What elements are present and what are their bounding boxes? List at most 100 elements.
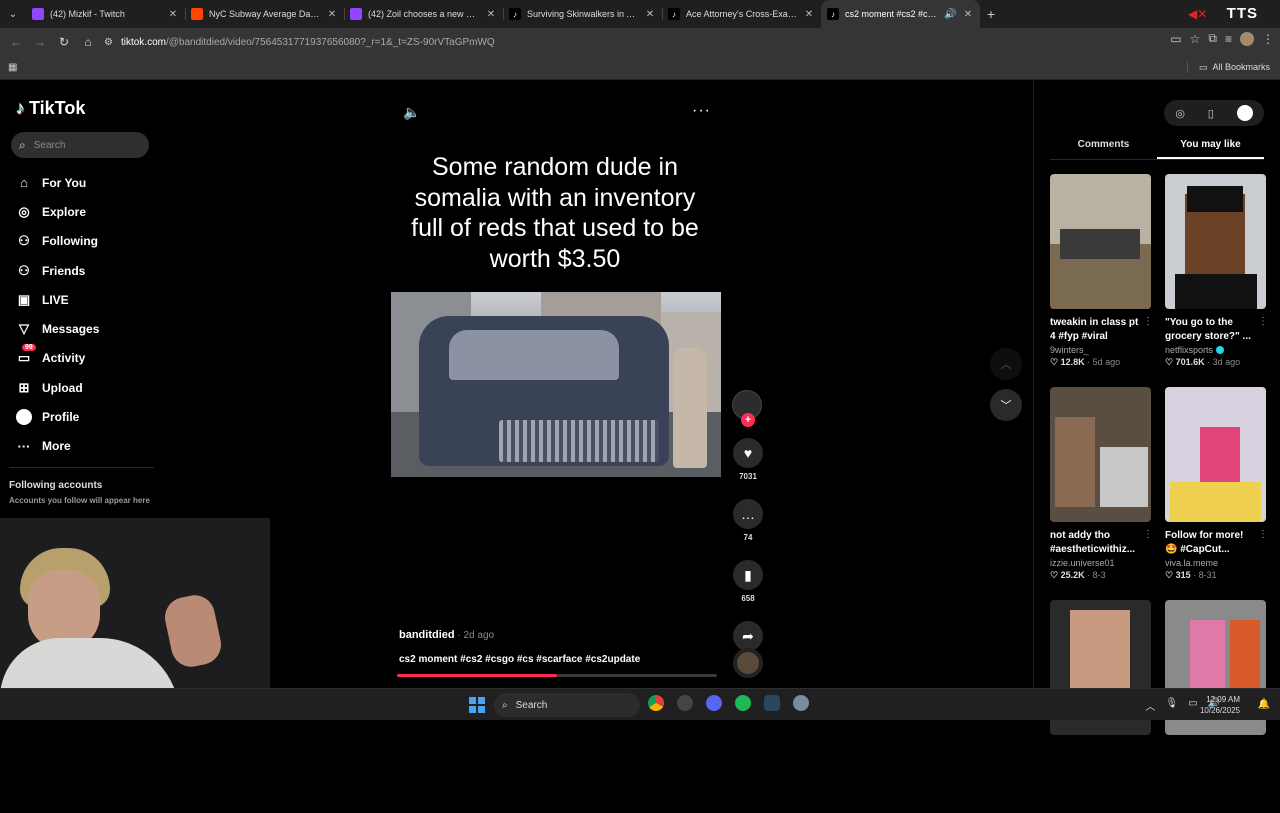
sidebar-item-for-you[interactable]: ⌂ For You (16, 168, 156, 197)
tab-search-button[interactable]: ⌄ (0, 0, 26, 28)
browser-tab[interactable]: ♪ Ace Attorney's Cross-Examinati ✕ (662, 0, 821, 28)
microphone-icon[interactable]: 🎙 (1165, 698, 1178, 713)
card-author[interactable]: izzie.universe01 (1050, 558, 1151, 568)
video-hashtags[interactable]: cs2 moment #cs2 #csgo #cs #scarface #cs2… (399, 654, 640, 665)
next-video-button[interactable]: ﹀ (990, 389, 1022, 421)
sidebar-item-upload[interactable]: ⊞ Upload (16, 373, 156, 402)
activity-badge: 99 (22, 344, 36, 352)
reload-button[interactable]: ↻ (52, 30, 76, 54)
video-thumbnail[interactable] (1050, 387, 1151, 522)
settings-icon[interactable] (793, 695, 809, 711)
tiktok-logo[interactable]: ♪ TikTok (16, 98, 85, 119)
card-title[interactable]: "You go to the grocery store?" ... (1165, 316, 1257, 344)
video-card[interactable]: tweakin in class pt 4 #fyp #viral ⋮ 9winte… (1050, 174, 1153, 387)
home-button[interactable]: ⌂ (76, 30, 100, 54)
more-options-icon[interactable]: ··· (692, 102, 711, 120)
sidebar-item-profile[interactable]: Profile (16, 402, 156, 431)
browser-menu-icon[interactable]: ⋮ (1262, 32, 1274, 46)
card-title[interactable]: Follow for more! 🤩 #CapCut... (1165, 529, 1257, 557)
sidebar-item-more[interactable]: ··· More (16, 432, 156, 461)
url-field[interactable]: ⚙ tiktok.com/@banditdied/video/756453177… (104, 31, 1164, 53)
video-thumbnail[interactable] (1050, 174, 1151, 309)
volume-icon[interactable]: 🔈 (403, 104, 420, 121)
video-card[interactable]: "You go to the grocery store?" ... ⋮ netfl… (1165, 174, 1268, 387)
spotify-icon[interactable] (735, 695, 751, 711)
sidebar-item-following[interactable]: ⚇ Following (16, 227, 156, 256)
theme-toggle[interactable] (1236, 105, 1253, 121)
video-card[interactable]: Follow for more! 🤩 #CapCut... ⋮ viva.la.me… (1165, 387, 1268, 600)
profile-avatar[interactable] (1240, 31, 1254, 46)
browser-tab[interactable]: (42) Mizkif - Twitch ✕ (26, 0, 185, 28)
all-bookmarks-button[interactable]: ▭ All Bookmarks (1186, 61, 1270, 73)
network-icon[interactable]: ▭ (1188, 698, 1197, 713)
card-author[interactable]: netflixsports (1165, 345, 1266, 355)
card-author[interactable]: 9winters_ (1050, 345, 1151, 355)
sidebar-item-activity[interactable]: ▭ 99 Activity (16, 344, 156, 373)
browser-tab[interactable]: ♪ cs2 moment #cs2 #csgo #cs 🔊 ✕ (821, 0, 980, 28)
video-author[interactable]: banditdied · 2d ago (399, 629, 494, 641)
card-views: 25.2K (1060, 570, 1085, 580)
close-tab-icon[interactable]: ✕ (167, 9, 179, 20)
chrome-icon[interactable] (648, 695, 664, 711)
cast-icon[interactable]: ▭ (1170, 32, 1181, 46)
close-tab-icon[interactable]: ✕ (485, 9, 497, 20)
author-name: banditdied (399, 629, 455, 641)
show-hidden-icon[interactable]: ︿ (1145, 698, 1155, 713)
sound-disc[interactable] (733, 648, 763, 678)
extensions-icon[interactable]: ⧉ (1208, 31, 1217, 46)
creator-avatar[interactable]: + (732, 390, 762, 427)
device-icon[interactable]: ▯ (1208, 107, 1214, 120)
video-progress-fill (397, 674, 557, 677)
media-controls-icon[interactable]: ≡ (1225, 32, 1232, 46)
site-info-icon[interactable]: ⚙ (104, 37, 113, 48)
clock[interactable]: 12:09 AM 10/26/2025 (1200, 694, 1240, 716)
messages-icon: ▽ (19, 321, 29, 337)
search-box[interactable]: ⌕ Search (11, 132, 149, 158)
forward-button[interactable]: → (28, 30, 52, 54)
card-menu-icon[interactable]: ⋮ (1258, 316, 1268, 344)
discord-icon[interactable] (706, 695, 722, 711)
share-button[interactable]: ➦ (733, 621, 763, 651)
sidebar-item-messages[interactable]: ▽ Messages (16, 314, 156, 343)
new-tab-button[interactable]: + (980, 6, 1002, 22)
comment-button[interactable]: … (733, 499, 763, 529)
video-thumbnail[interactable] (1165, 387, 1266, 522)
sidebar-item-friends[interactable]: ⚇ Friends (16, 256, 156, 285)
tab-comments[interactable]: Comments (1050, 136, 1157, 159)
card-menu-icon[interactable]: ⋮ (1143, 529, 1153, 557)
card-title[interactable]: not addy tho #aestheticwithiz... (1050, 529, 1142, 557)
save-button[interactable]: ▮ (733, 560, 763, 590)
follow-plus-icon[interactable]: + (741, 413, 755, 427)
notifications-icon[interactable]: 🔔 (1258, 699, 1270, 710)
bookmark-star-icon[interactable]: ☆ (1190, 32, 1201, 46)
back-button[interactable]: ← (4, 30, 28, 54)
obs-icon[interactable] (677, 695, 693, 711)
video-card[interactable]: not addy tho #aestheticwithiz... ⋮ izzie.u… (1050, 387, 1153, 600)
previous-video-button[interactable]: ︿ (990, 348, 1022, 380)
close-tab-icon[interactable]: ✕ (962, 9, 974, 20)
close-tab-icon[interactable]: ✕ (803, 9, 815, 20)
like-button[interactable]: ♥ (733, 438, 763, 468)
video-thumbnail[interactable] (1165, 174, 1266, 309)
browser-tab[interactable]: ♪ Surviving Skinwalkers in Appala ✕ (503, 0, 662, 28)
close-tab-icon[interactable]: ✕ (644, 9, 656, 20)
steam-icon[interactable] (764, 695, 780, 711)
video-progress-bar[interactable] (397, 674, 717, 677)
tab-you-may-like[interactable]: You may like (1157, 136, 1264, 159)
sidebar-item-live[interactable]: ▣ LIVE (16, 285, 156, 314)
card-menu-icon[interactable]: ⋮ (1258, 529, 1268, 557)
card-menu-icon[interactable]: ⋮ (1143, 316, 1153, 344)
heart-outline-icon: ♡ (1050, 570, 1061, 580)
browser-tab[interactable]: (42) Zoil chooses a new cup - Tw ✕ (344, 0, 503, 28)
autoscroll-icon[interactable]: ◎ (1175, 107, 1185, 120)
browser-tab[interactable]: NyC Subway Average Days : r/Ta ✕ (185, 0, 344, 28)
start-button[interactable] (469, 697, 485, 713)
card-author[interactable]: viva.la.meme (1165, 558, 1266, 568)
sidebar-item-explore[interactable]: ◎ Explore (16, 197, 156, 226)
apps-grid-icon[interactable]: ▦ (8, 62, 17, 73)
taskbar-search[interactable]: ⌕ Search (494, 693, 640, 717)
close-tab-icon[interactable]: ✕ (326, 9, 338, 20)
card-title[interactable]: tweakin in class pt 4 #fyp #viral (1050, 316, 1142, 344)
tab-audio-icon[interactable]: 🔊 (944, 9, 956, 20)
video-frame[interactable] (391, 292, 721, 477)
